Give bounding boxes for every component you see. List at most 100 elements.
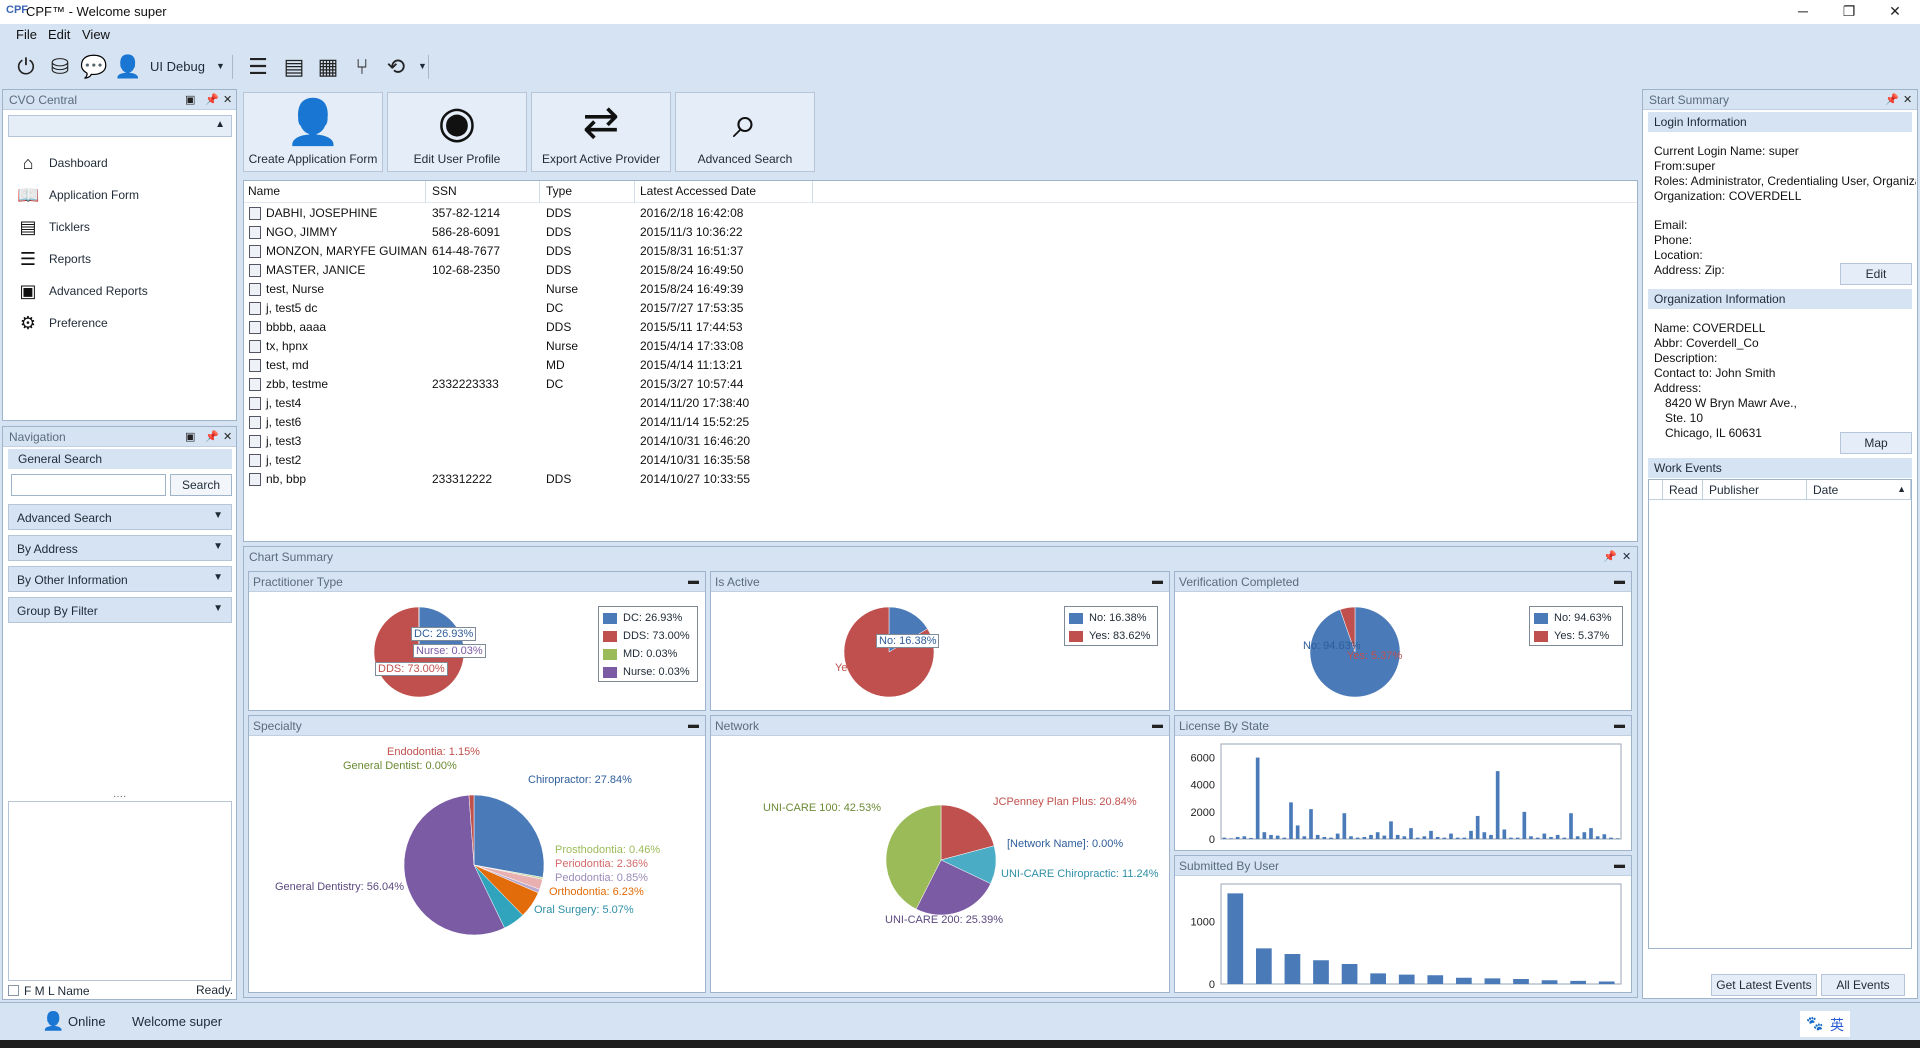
nav-section-group-by-filter[interactable]: Group By Filter ▼ [8,597,232,623]
col-header-name[interactable]: Name [248,184,280,202]
maximize-icon[interactable]: ▬ [1614,719,1625,731]
maximize-icon[interactable]: ▬ [1152,719,1163,731]
float-icon[interactable]: ▣ [185,93,195,106]
nav-section-advanced-search[interactable]: Advanced Search ▼ [8,504,232,530]
we-col-publisher[interactable]: Publisher [1703,480,1807,500]
nav-section-by-other-information[interactable]: By Other Information ▼ [8,566,232,592]
search-button[interactable]: Search [170,474,232,496]
general-search-input[interactable] [11,474,166,496]
general-search-header[interactable]: General Search [8,449,232,469]
cvo-item-preference[interactable]: ⚙ Preference [13,311,233,335]
ticklers-icon[interactable]: ▤ [280,53,308,81]
close-icon[interactable]: ✕ [223,93,232,106]
edit-button[interactable]: Edit [1840,263,1912,285]
pie-slice-chiropractor [473,794,545,878]
list-icon: ☰ [19,249,37,269]
close-icon[interactable]: ✕ [223,430,232,443]
menu-file[interactable]: File [16,27,37,42]
maximize-icon[interactable]: ▬ [688,575,699,587]
restore-button[interactable]: ❐ [1826,0,1872,24]
we-col-read[interactable]: Read [1663,480,1703,500]
navigation-results [8,801,232,981]
table-row[interactable]: bbbb, aaaa DDS 2015/5/11 17:44:53 [244,318,844,337]
map-button[interactable]: Map [1840,432,1912,454]
pin-icon[interactable]: 📌 [1885,93,1899,106]
power-icon[interactable]: ⏻ [12,53,40,81]
pin-icon[interactable]: 📌 [205,93,219,106]
chevron-down-icon[interactable]: ▼ [418,61,427,71]
hierarchy-icon[interactable]: ⑂ [348,53,376,81]
bar [1482,832,1487,839]
nav-section-by-address[interactable]: By Address ▼ [8,535,232,561]
create-application-form-button[interactable]: 👤 Create Application Form [243,92,383,172]
table-row[interactable]: DABHI, JOSEPHINE 357-82-1214 DDS 2016/2/18 … [244,204,844,223]
cvo-item-dashboard[interactable]: ⌂ Dashboard [13,151,233,175]
cvo-item-application-form[interactable]: 📖 Application Form [13,183,233,207]
search-icon: ⌕ [732,98,758,147]
table-row[interactable]: j, test3 2014/10/31 16:46:20 [244,432,844,451]
table-row[interactable]: nb, bbp 233312222 DDS 2014/10/27 10:33:55 [244,470,844,489]
ime-indicator[interactable]: 🐾 英 [1800,1011,1850,1037]
cvo-combo[interactable]: ▲ [8,115,232,137]
cell-name: NGO, JIMMY [266,225,338,239]
close-icon[interactable]: ✕ [1622,550,1631,563]
cell-name: j, test3 [266,434,302,448]
cvo-item-ticklers[interactable]: ▤ Ticklers [13,215,233,239]
list-icon[interactable]: ☰ [244,53,272,81]
close-button[interactable]: ✕ [1872,0,1918,24]
col-header-type[interactable]: Type [546,184,572,202]
bar [1262,832,1267,839]
table-row[interactable]: tx, hpnx Nurse 2015/4/14 17:33:08 [244,337,844,356]
menu-edit[interactable]: Edit [48,27,70,42]
chart-header: Verification Completed ▬ [1175,572,1631,592]
action-bar: 👤 Create Application Form ◉ Edit User Pr… [240,87,1640,177]
cvo-item-reports[interactable]: ☰ Reports [13,247,233,271]
y-tick-label: 2000 [1191,807,1215,819]
table-row[interactable]: MASTER, JANICE 102-68-2350 DDS 2015/8/24 16… [244,261,844,280]
fml-checkbox[interactable] [8,985,19,996]
navigation-panel: Navigation ▣ 📌 ✕ General Search Search A… [2,426,237,1000]
we-col-date[interactable]: Date ▲ [1807,480,1911,500]
table-row[interactable]: j, test4 2014/11/20 17:38:40 [244,394,844,413]
add-user-icon[interactable]: 👤 [114,53,142,81]
table-row[interactable]: test, md MD 2015/4/14 11:13:21 [244,356,844,375]
ui-debug-label[interactable]: UI Debug [150,59,205,74]
org-info-header: Organization Information [1648,289,1912,309]
menu-view[interactable]: View [82,27,110,42]
history-icon[interactable]: ⟲ [382,53,410,81]
table-row[interactable]: NGO, JIMMY 586-28-6091 DDS 2015/11/3 10:36:… [244,223,844,242]
maximize-icon[interactable]: ▬ [1614,859,1625,871]
cell-type: Nurse [546,339,579,353]
bar [1269,834,1273,839]
table-row[interactable]: MONZON, MARYFE GUIMAN 614-48-7677 DDS 2015/… [244,242,844,261]
maximize-icon[interactable]: ▬ [1152,575,1163,587]
chart-summary-panel: Chart Summary 📌 ✕ Practitioner Type ▬ DC… [243,546,1638,998]
edit-user-profile-button[interactable]: ◉ Edit User Profile [387,92,527,172]
cvo-item-label: Advanced Reports [49,284,148,298]
float-icon[interactable]: ▣ [185,430,195,443]
table-row[interactable]: test, Nurse Nurse 2015/8/24 16:49:39 [244,280,844,299]
export-active-provider-button[interactable]: ⇄ Export Active Provider [531,92,671,172]
col-header-ssn[interactable]: SSN [432,184,457,202]
advanced-search-button[interactable]: ⌕ Advanced Search [675,92,815,172]
all-events-button[interactable]: All Events [1821,974,1905,996]
pin-icon[interactable]: 📌 [1603,550,1617,563]
cvo-item-advanced-reports[interactable]: ▣ Advanced Reports [13,279,233,303]
chevron-down-icon: ▼ [213,603,223,614]
col-header-date[interactable]: Latest Accessed Date [640,184,756,202]
maximize-icon[interactable]: ▬ [688,719,699,731]
pin-icon[interactable]: 📌 [205,430,219,443]
bar [1456,977,1472,984]
database-icon[interactable]: ⛁ [46,53,74,81]
table-row[interactable]: j, test6 2014/11/14 15:52:25 [244,413,844,432]
grid-icon[interactable]: ▦ [314,53,342,81]
minimize-button[interactable]: ─ [1780,0,1826,24]
get-latest-events-button[interactable]: Get Latest Events [1711,974,1817,996]
table-row[interactable]: j, test2 2014/10/31 16:35:58 [244,451,844,470]
table-row[interactable]: j, test5 dc DC 2015/7/27 17:53:35 [244,299,844,318]
close-icon[interactable]: ✕ [1903,93,1912,106]
chevron-down-icon[interactable]: ▼ [216,61,225,71]
table-row[interactable]: zbb, testme 2332223333 DC 2015/3/27 10:57:4… [244,375,844,394]
message-icon[interactable]: 💬 [80,53,108,81]
maximize-icon[interactable]: ▬ [1614,575,1625,587]
